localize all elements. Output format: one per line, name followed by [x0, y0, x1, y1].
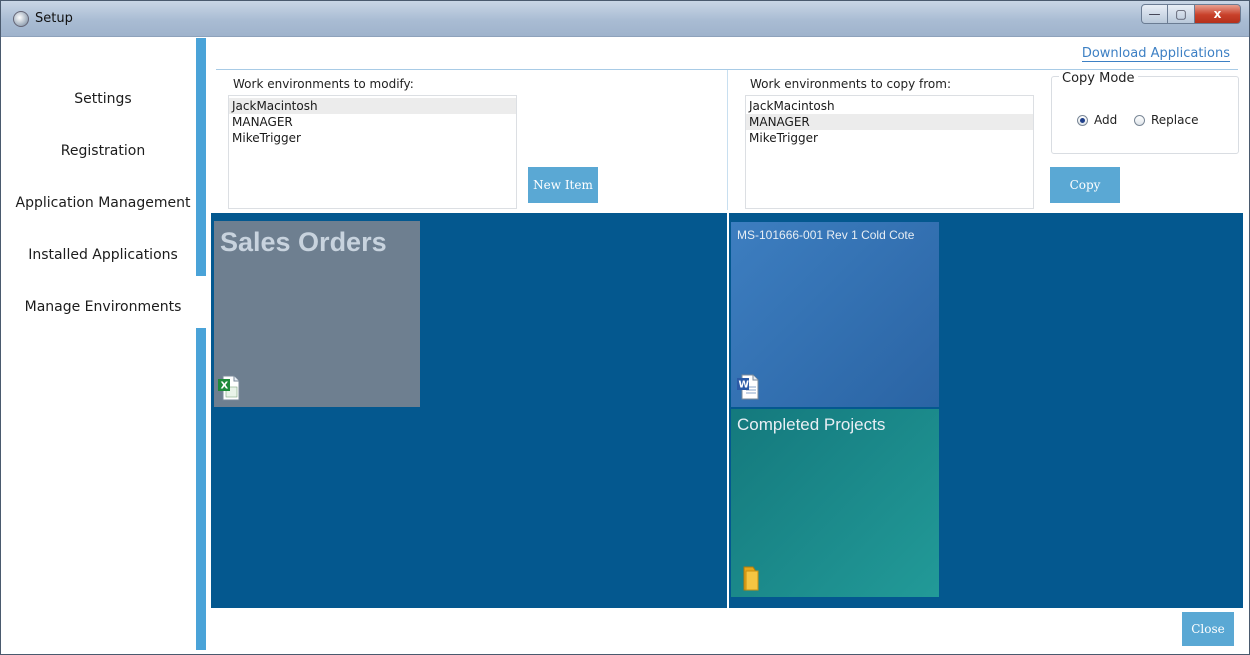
minimize-button[interactable]: —: [1141, 4, 1168, 24]
tile-title: Completed Projects: [737, 415, 886, 434]
modify-environments-list[interactable]: JackMacintosh MANAGER MikeTrigger: [228, 95, 517, 209]
download-applications-link[interactable]: Download Applications: [1081, 46, 1230, 62]
add-radio-label: Add: [1094, 113, 1118, 127]
tile-title: Sales Orders: [220, 227, 387, 257]
list-item[interactable]: JackMacintosh: [229, 98, 516, 114]
excel-file-icon: X: [218, 375, 240, 401]
copy-button[interactable]: Copy: [1050, 167, 1120, 203]
replace-radio[interactable]: Replace: [1134, 113, 1198, 127]
close-button[interactable]: Close: [1182, 612, 1234, 646]
modify-label: Work environments to modify:: [233, 77, 414, 91]
sidebar-item-installed-applications[interactable]: Installed Applications: [10, 247, 196, 263]
list-item[interactable]: MANAGER: [229, 114, 516, 130]
radio-unselected-icon: [1134, 114, 1145, 126]
copy-from-environments-list[interactable]: JackMacintosh MANAGER MikeTrigger: [745, 95, 1034, 209]
tile-sales-orders[interactable]: Sales Orders X: [214, 221, 420, 407]
sidebar-item-registration[interactable]: Registration: [10, 143, 196, 159]
sidebar-item-application-management[interactable]: Application Management: [10, 195, 196, 211]
tile-completed-projects[interactable]: Completed Projects: [731, 409, 939, 597]
maximize-button[interactable]: ▢: [1168, 4, 1195, 24]
copy-mode-legend: Copy Mode: [1059, 71, 1138, 86]
add-radio[interactable]: Add: [1077, 113, 1117, 127]
title-bar[interactable]: Setup — ▢ x: [1, 1, 1249, 37]
new-item-button[interactable]: New Item: [528, 167, 598, 203]
nav-accent-bar-lower: [196, 328, 206, 650]
modify-tiles-panel[interactable]: Sales Orders X: [211, 213, 727, 608]
folder-icon: [743, 566, 759, 591]
window-controls: — ▢ x: [1141, 4, 1241, 24]
list-item[interactable]: MikeTrigger: [229, 130, 516, 146]
sidebar-item-settings[interactable]: Settings: [10, 91, 196, 107]
svg-text:X: X: [221, 381, 229, 392]
radio-selected-icon: [1077, 114, 1088, 126]
window-title: Setup: [35, 11, 73, 26]
list-item[interactable]: MikeTrigger: [746, 130, 1033, 146]
word-file-icon: W: [737, 374, 759, 400]
copy-from-label: Work environments to copy from:: [750, 77, 951, 91]
nav-accent-bar-upper: [196, 38, 206, 276]
close-window-button[interactable]: x: [1195, 4, 1241, 24]
section-divider: [727, 70, 728, 210]
svg-text:W: W: [739, 380, 750, 391]
sidebar-item-manage-environments[interactable]: Manage Environments: [10, 299, 196, 315]
setup-gear-icon: [13, 11, 29, 27]
setup-window: Setup — ▢ x Settings Registration Applic…: [0, 0, 1250, 655]
list-item[interactable]: JackMacintosh: [746, 98, 1033, 114]
manage-environments-page: Download Applications Work environments …: [206, 38, 1244, 650]
tile-ms-101666-001[interactable]: MS-101666-001 Rev 1 Cold Cote W: [731, 222, 939, 407]
list-item[interactable]: MANAGER: [746, 114, 1033, 130]
replace-radio-label: Replace: [1151, 113, 1199, 127]
sidebar-nav: Settings Registration Application Manage…: [10, 38, 196, 650]
tile-title: MS-101666-001 Rev 1 Cold Cote: [737, 228, 915, 242]
copy-from-tiles-panel[interactable]: MS-101666-001 Rev 1 Cold Cote W Complete…: [729, 213, 1243, 608]
